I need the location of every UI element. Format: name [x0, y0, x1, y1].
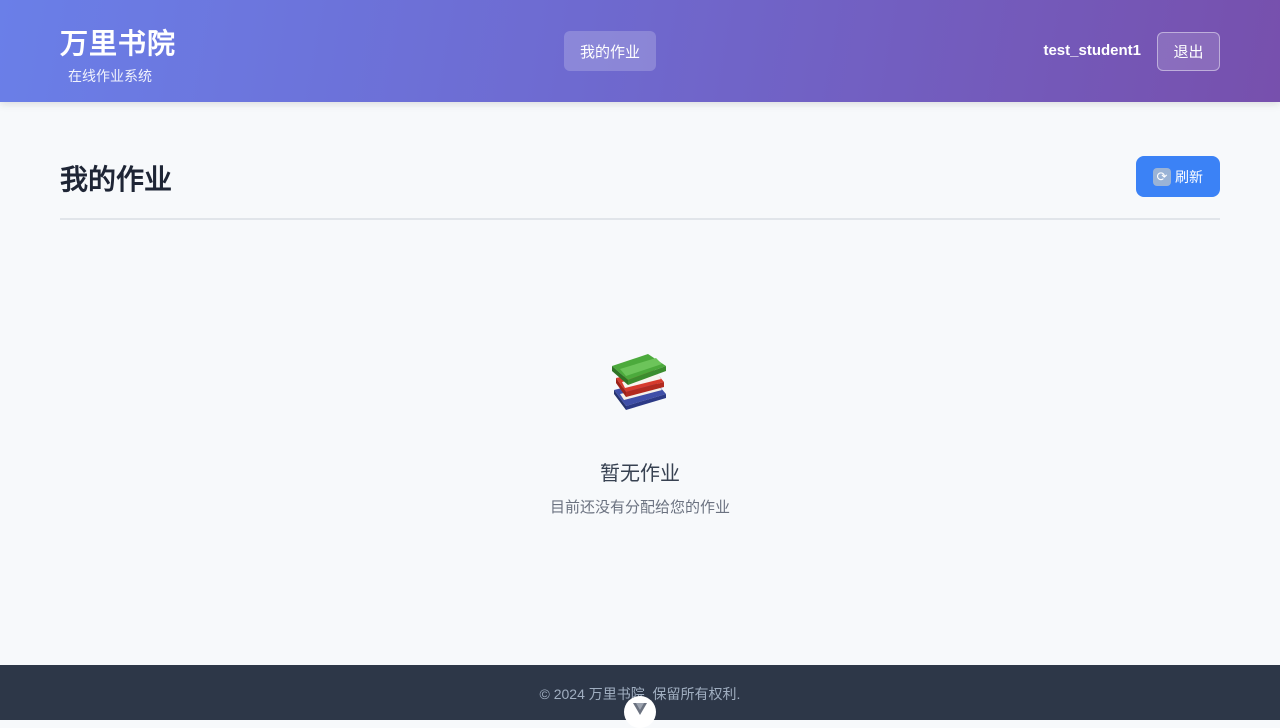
refresh-icon: ⟳	[1153, 167, 1171, 186]
books-icon	[610, 350, 670, 412]
nav-tab-my-assignments[interactable]: 我的作业	[564, 31, 656, 71]
refresh-button[interactable]: ⟳ 刷新	[1136, 156, 1220, 197]
vue-devtools-icon[interactable]	[624, 696, 656, 728]
username: test_student1	[1043, 42, 1141, 59]
refresh-label: 刷新	[1175, 168, 1203, 185]
empty-state-title: 暂无作业	[600, 463, 680, 485]
nav-tab-label: 我的作业	[579, 43, 640, 61]
title-divider	[60, 218, 1220, 220]
empty-state-description: 目前还没有分配给您的作业	[549, 499, 730, 516]
logout-button[interactable]: 退出	[1157, 32, 1220, 71]
brand-title[interactable]: 万里书院	[60, 22, 176, 62]
brand-subtitle: 在线作业系统	[68, 68, 152, 84]
footer: © 2024 万里书院. 保留所有权利.	[0, 665, 1280, 728]
page-title: 我的作业	[60, 164, 173, 195]
logout-label: 退出	[1173, 44, 1204, 61]
top-header: 万里书院 在线作业系统 我的作业 test_student1 退出	[0, 0, 1280, 102]
